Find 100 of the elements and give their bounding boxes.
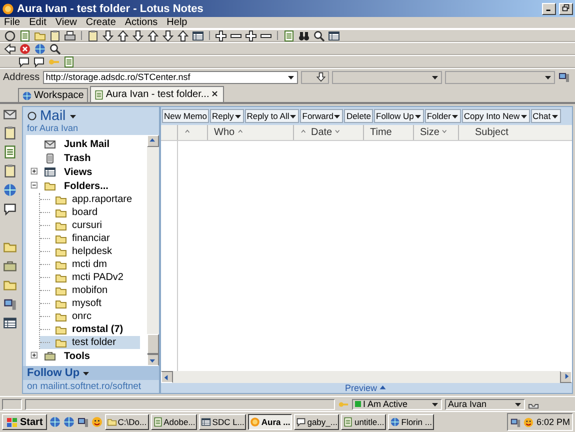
taskbar-button[interactable]: C:\Do... [104,414,149,430]
navigator-item[interactable]: Trash [26,151,147,165]
taskbar-button[interactable]: gaby_... [294,414,340,430]
plus-icon[interactable] [215,30,227,42]
presence-dropdown[interactable]: I Am Active [352,398,442,410]
document-icon[interactable] [3,145,17,159]
action-button[interactable]: Delete [344,109,374,123]
arrow-up-icon[interactable] [117,30,129,42]
navigator-item[interactable]: Tools [26,349,147,363]
action-button[interactable]: Reply to All [244,109,300,123]
folder-item[interactable]: test folder [40,336,140,349]
folder-item[interactable]: board [40,206,140,219]
navigator-title[interactable]: Mail [40,108,66,123]
dropdown[interactable] [300,70,329,84]
menu-item[interactable]: Create [86,17,116,28]
address-field[interactable]: http://storage.adsdc.ro/STCenter.nsf [42,70,298,84]
globe-icon[interactable] [48,416,61,428]
action-button[interactable]: Folder [424,109,461,123]
computer-icon[interactable] [558,71,570,83]
restore-button[interactable] [559,2,573,14]
speech-bubble-icon[interactable] [3,202,17,216]
scrollbar[interactable] [161,371,572,383]
globe-icon[interactable] [34,42,46,54]
document-icon[interactable] [283,30,295,42]
navigator-item[interactable]: Junk Mail [26,137,147,151]
expand-icon[interactable] [30,167,40,177]
binoculars-icon[interactable] [298,30,310,42]
globe-icon[interactable] [3,183,17,197]
menu-item[interactable]: Help [166,17,188,28]
search-icon[interactable] [313,30,325,42]
scroll-left-button[interactable] [161,371,173,383]
back-arrow-icon[interactable] [4,42,16,54]
clipboard-icon[interactable] [49,30,61,42]
folder-item[interactable]: mobifon [40,284,140,297]
folder-item[interactable]: romstal (7) [40,323,140,336]
taskbar-button[interactable]: SDC L... [199,414,246,430]
minimize-button[interactable] [542,2,556,14]
taskbar-button[interactable]: Aura ... [248,414,292,430]
action-button[interactable]: New Memo [162,109,209,123]
menu-item[interactable]: Edit [29,17,46,28]
close-icon[interactable] [211,90,220,99]
computer-icon[interactable] [3,297,17,311]
taskbar-button[interactable]: untitle... [341,414,386,430]
scroll-up-button[interactable] [147,135,159,147]
column-header[interactable]: Date [293,125,363,140]
scroll-down-button[interactable] [147,354,159,366]
collapse-icon[interactable] [30,181,40,191]
table-icon[interactable] [328,30,340,42]
clipboard-icon[interactable] [3,164,17,178]
taskbar-button[interactable]: Adobe... [150,414,198,430]
column-header[interactable]: Size [413,125,458,140]
smiley-icon[interactable] [90,416,103,428]
tab[interactable]: Aura Ivan - test folder... [90,86,224,102]
arrow-down-icon[interactable] [132,30,144,42]
caret-icon[interactable] [82,369,90,377]
table-icon[interactable] [192,30,204,42]
speech-bubble-icon[interactable] [33,56,45,68]
column-header[interactable]: Subject [458,125,572,140]
user-dropdown[interactable]: Aura Ivan [445,398,525,410]
computer-icon[interactable] [76,416,89,428]
menu-item[interactable]: View [55,17,77,28]
document-icon[interactable] [63,56,75,68]
globe-icon[interactable] [62,416,75,428]
stop-icon[interactable] [19,42,31,54]
folder-item[interactable]: mcti PADv2 [40,271,140,284]
clipboard-icon[interactable] [87,30,99,42]
toolbox-icon[interactable] [3,259,17,273]
folder-item[interactable]: mysoft [40,297,140,310]
triangle-icon[interactable] [379,384,388,392]
scrollbar[interactable] [147,135,159,366]
speech-bubble-icon[interactable] [18,56,30,68]
envelope-icon[interactable] [3,107,17,121]
action-button[interactable]: Follow Up [374,109,424,123]
preview-toggle[interactable]: Preview [344,383,377,393]
computer-icon[interactable] [510,416,522,428]
folder-item[interactable]: mcti dm [40,258,140,271]
arrow-up-icon[interactable] [147,30,159,42]
menu-item[interactable]: Actions [124,17,158,28]
folder-item[interactable]: cursuri [40,219,140,232]
folder-icon[interactable] [3,240,17,254]
folder-item[interactable]: helpdesk [40,245,140,258]
search-icon[interactable] [49,42,61,54]
menu-item[interactable]: File [4,17,20,28]
navigator-item[interactable]: Folders... [26,179,147,193]
tab[interactable]: Workspace [18,88,88,102]
folder-item[interactable]: onrc [40,310,140,323]
expand-icon[interactable] [30,351,40,361]
document-icon[interactable] [19,30,31,42]
start-button[interactable]: Start [2,414,47,430]
column-header[interactable]: Who [207,125,293,140]
arrow-down-icon[interactable] [162,30,174,42]
plus-icon[interactable] [245,30,257,42]
arrow-down-icon[interactable] [102,30,114,42]
folder-icon[interactable] [3,278,17,292]
arrow-up-icon[interactable] [177,30,189,42]
circle-icon[interactable] [4,30,16,42]
action-button[interactable]: Reply [210,109,244,123]
folder-item[interactable]: app.raportare [40,193,140,206]
column-header[interactable]: Time [363,125,413,140]
taskbar-button[interactable]: Florin ... [388,414,434,430]
